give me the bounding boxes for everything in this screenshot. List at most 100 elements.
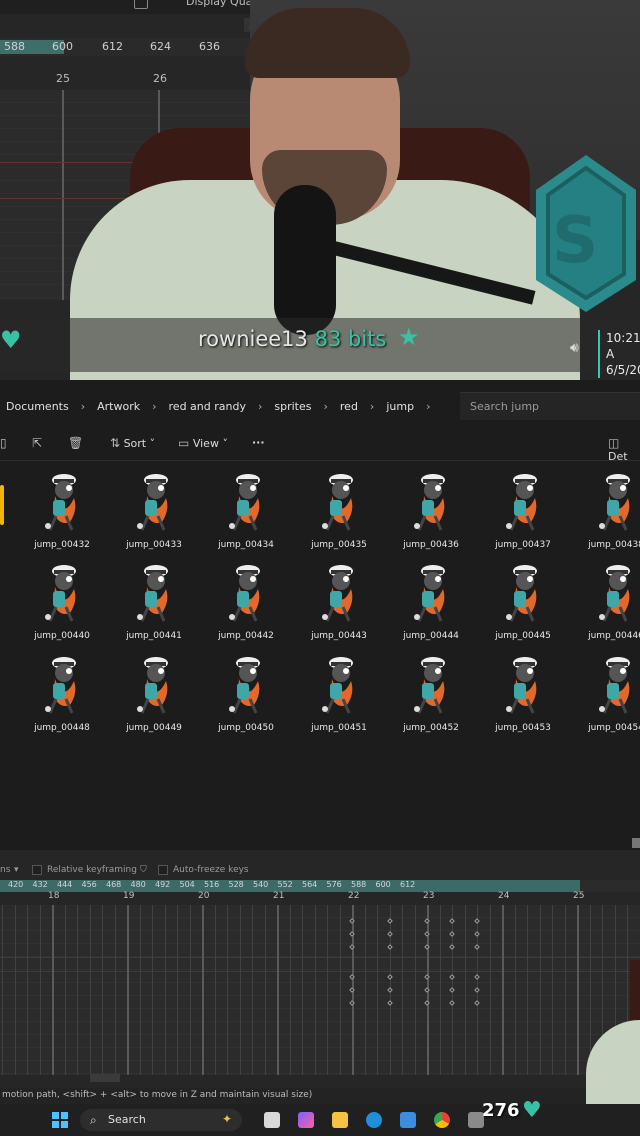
file-tile[interactable]: jump_00454 bbox=[576, 651, 640, 741]
breadcrumb-artwork[interactable]: Artwork bbox=[91, 400, 146, 413]
file-tile[interactable]: jump_00443 bbox=[299, 559, 379, 649]
store-icon[interactable] bbox=[400, 1112, 416, 1128]
chevron-right-icon[interactable]: › bbox=[146, 400, 162, 413]
view-button[interactable]: ▭ View ˅ bbox=[178, 436, 228, 450]
file-tile[interactable]: jump_00436 bbox=[391, 468, 471, 558]
frame-ruler[interactable]: 420 432 444 456 468 480 492 504 516 528 540 552 564 5… bbox=[0, 880, 640, 892]
dropdown-icon[interactable]: ▾ bbox=[14, 865, 19, 875]
keyframe-track-area[interactable]: 18 19 20 21 22 23 24 25 bbox=[0, 891, 640, 1075]
chevron-right-icon[interactable]: › bbox=[75, 400, 91, 413]
keyframe[interactable] bbox=[387, 931, 393, 937]
file-name: jump_00442 bbox=[218, 631, 274, 641]
keyframe[interactable] bbox=[449, 918, 455, 924]
file-tile[interactable]: jump_00440 bbox=[22, 559, 102, 649]
task-view-icon[interactable] bbox=[264, 1112, 280, 1128]
view-label: View bbox=[192, 437, 219, 450]
file-tile[interactable]: jump_00435 bbox=[299, 468, 379, 558]
keyframe[interactable] bbox=[474, 918, 480, 924]
file-tile[interactable]: jump_00453 bbox=[483, 651, 563, 741]
relative-keyframing-checkbox[interactable] bbox=[32, 865, 42, 875]
keyframe[interactable] bbox=[474, 974, 480, 980]
windows-start-icon[interactable] bbox=[52, 1112, 68, 1128]
file-tile[interactable]: jump_00449 bbox=[114, 651, 194, 741]
keyframe[interactable] bbox=[387, 918, 393, 924]
auto-freeze-checkbox[interactable] bbox=[158, 865, 168, 875]
more-options-button[interactable]: ··· bbox=[252, 436, 265, 449]
folder-tile-partial[interactable] bbox=[0, 485, 4, 525]
breadcrumb-jump[interactable]: jump bbox=[380, 400, 420, 413]
chevron-right-icon[interactable]: › bbox=[364, 400, 380, 413]
keyframe[interactable] bbox=[387, 987, 393, 993]
horizontal-scrollbar[interactable] bbox=[90, 1074, 120, 1082]
file-explorer-icon[interactable] bbox=[332, 1112, 348, 1128]
file-name: jump_00435 bbox=[311, 540, 367, 550]
share-icon[interactable]: ⇱ bbox=[32, 436, 42, 450]
keyframe[interactable] bbox=[474, 944, 480, 950]
breadcrumb-red-and-randy[interactable]: red and randy bbox=[163, 400, 252, 413]
file-name: jump_00444 bbox=[403, 631, 459, 641]
sort-button[interactable]: ⇅ Sort ˅ bbox=[110, 436, 155, 450]
ruler-label: 420 bbox=[8, 880, 24, 889]
ruler-label: 576 bbox=[326, 880, 342, 889]
keyframe[interactable] bbox=[449, 987, 455, 993]
keyframe[interactable] bbox=[474, 1000, 480, 1006]
breadcrumb-sprites[interactable]: sprites bbox=[268, 400, 317, 413]
ruler-label: 528 bbox=[228, 880, 244, 889]
ruler-label: 468 bbox=[106, 880, 122, 889]
file-name: jump_00443 bbox=[311, 631, 367, 641]
details-button[interactable]: ◫ Det bbox=[608, 436, 640, 463]
file-tile[interactable]: jump_00448 bbox=[22, 651, 102, 741]
keyframe[interactable] bbox=[387, 974, 393, 980]
file-tile[interactable]: jump_00452 bbox=[391, 651, 471, 741]
keyframe[interactable] bbox=[474, 931, 480, 937]
volume-icon[interactable]: 🔊︎ bbox=[570, 340, 579, 356]
keyframe[interactable] bbox=[449, 974, 455, 980]
keyframe[interactable] bbox=[387, 944, 393, 950]
sort-icon: ⇅ bbox=[110, 436, 121, 450]
scrollbar-thumb[interactable] bbox=[632, 838, 640, 848]
file-tile[interactable]: jump_00441 bbox=[114, 559, 194, 649]
breadcrumb-red[interactable]: red bbox=[334, 400, 364, 413]
file-tile[interactable]: jump_00442 bbox=[206, 559, 286, 649]
keyframe[interactable] bbox=[387, 1000, 393, 1006]
copilot-icon[interactable] bbox=[298, 1112, 314, 1128]
system-clock[interactable]: 10:21 A 6/5/20 bbox=[598, 330, 640, 378]
file-tile[interactable]: jump_00434 bbox=[206, 468, 286, 558]
edge-icon[interactable] bbox=[366, 1112, 382, 1128]
file-tile[interactable]: jump_00432 bbox=[22, 468, 102, 558]
breadcrumb-documents[interactable]: Documents bbox=[0, 400, 75, 413]
shield-icon[interactable]: ⛉ bbox=[140, 865, 147, 875]
file-name: jump_00436 bbox=[403, 540, 459, 550]
file-tile[interactable]: jump_00445 bbox=[483, 559, 563, 649]
rename-icon[interactable]: ▯ bbox=[0, 436, 7, 450]
file-tile[interactable]: jump_00433 bbox=[114, 468, 194, 558]
taskbar-search[interactable]: Search bbox=[80, 1109, 242, 1131]
keyframe[interactable] bbox=[449, 931, 455, 937]
chrome-icon[interactable] bbox=[434, 1112, 450, 1128]
sprite-thumbnail-icon bbox=[599, 474, 630, 531]
keyframe[interactable] bbox=[449, 1000, 455, 1006]
timeline-options: ns ▾ Relative keyframing ⛉ Auto-freeze k… bbox=[0, 862, 640, 880]
chevron-right-icon[interactable]: › bbox=[420, 400, 436, 413]
file-tile[interactable]: jump_00438 bbox=[576, 468, 640, 558]
ruler-label: 480 bbox=[130, 880, 146, 889]
file-tile[interactable]: jump_00451 bbox=[299, 651, 379, 741]
file-tile[interactable]: jump_00446 bbox=[576, 559, 640, 649]
chevron-right-icon[interactable]: › bbox=[252, 400, 268, 413]
alert-username: rowniee13 bbox=[198, 327, 308, 351]
status-hint: motion path, <shift> + <alt> to move in … bbox=[0, 1088, 640, 1104]
keyframe[interactable] bbox=[474, 987, 480, 993]
sprite-thumbnail-icon bbox=[322, 657, 353, 714]
file-tile[interactable]: jump_00437 bbox=[483, 468, 563, 558]
chevron-right-icon[interactable]: › bbox=[317, 400, 333, 413]
keyframe[interactable] bbox=[449, 944, 455, 950]
ruler-label: 456 bbox=[81, 880, 97, 889]
sprite-thumbnail-icon bbox=[229, 565, 260, 622]
ruler-label: 552 bbox=[277, 880, 293, 889]
search-input[interactable]: Search jump bbox=[460, 392, 640, 420]
delete-icon[interactable]: 🗑︎ bbox=[68, 436, 83, 450]
file-tile[interactable]: jump_00450 bbox=[206, 651, 286, 741]
heart-icon: ♥ bbox=[522, 1098, 542, 1123]
copilot-sparkle-icon[interactable]: ✦ bbox=[222, 1112, 232, 1126]
file-tile[interactable]: jump_00444 bbox=[391, 559, 471, 649]
